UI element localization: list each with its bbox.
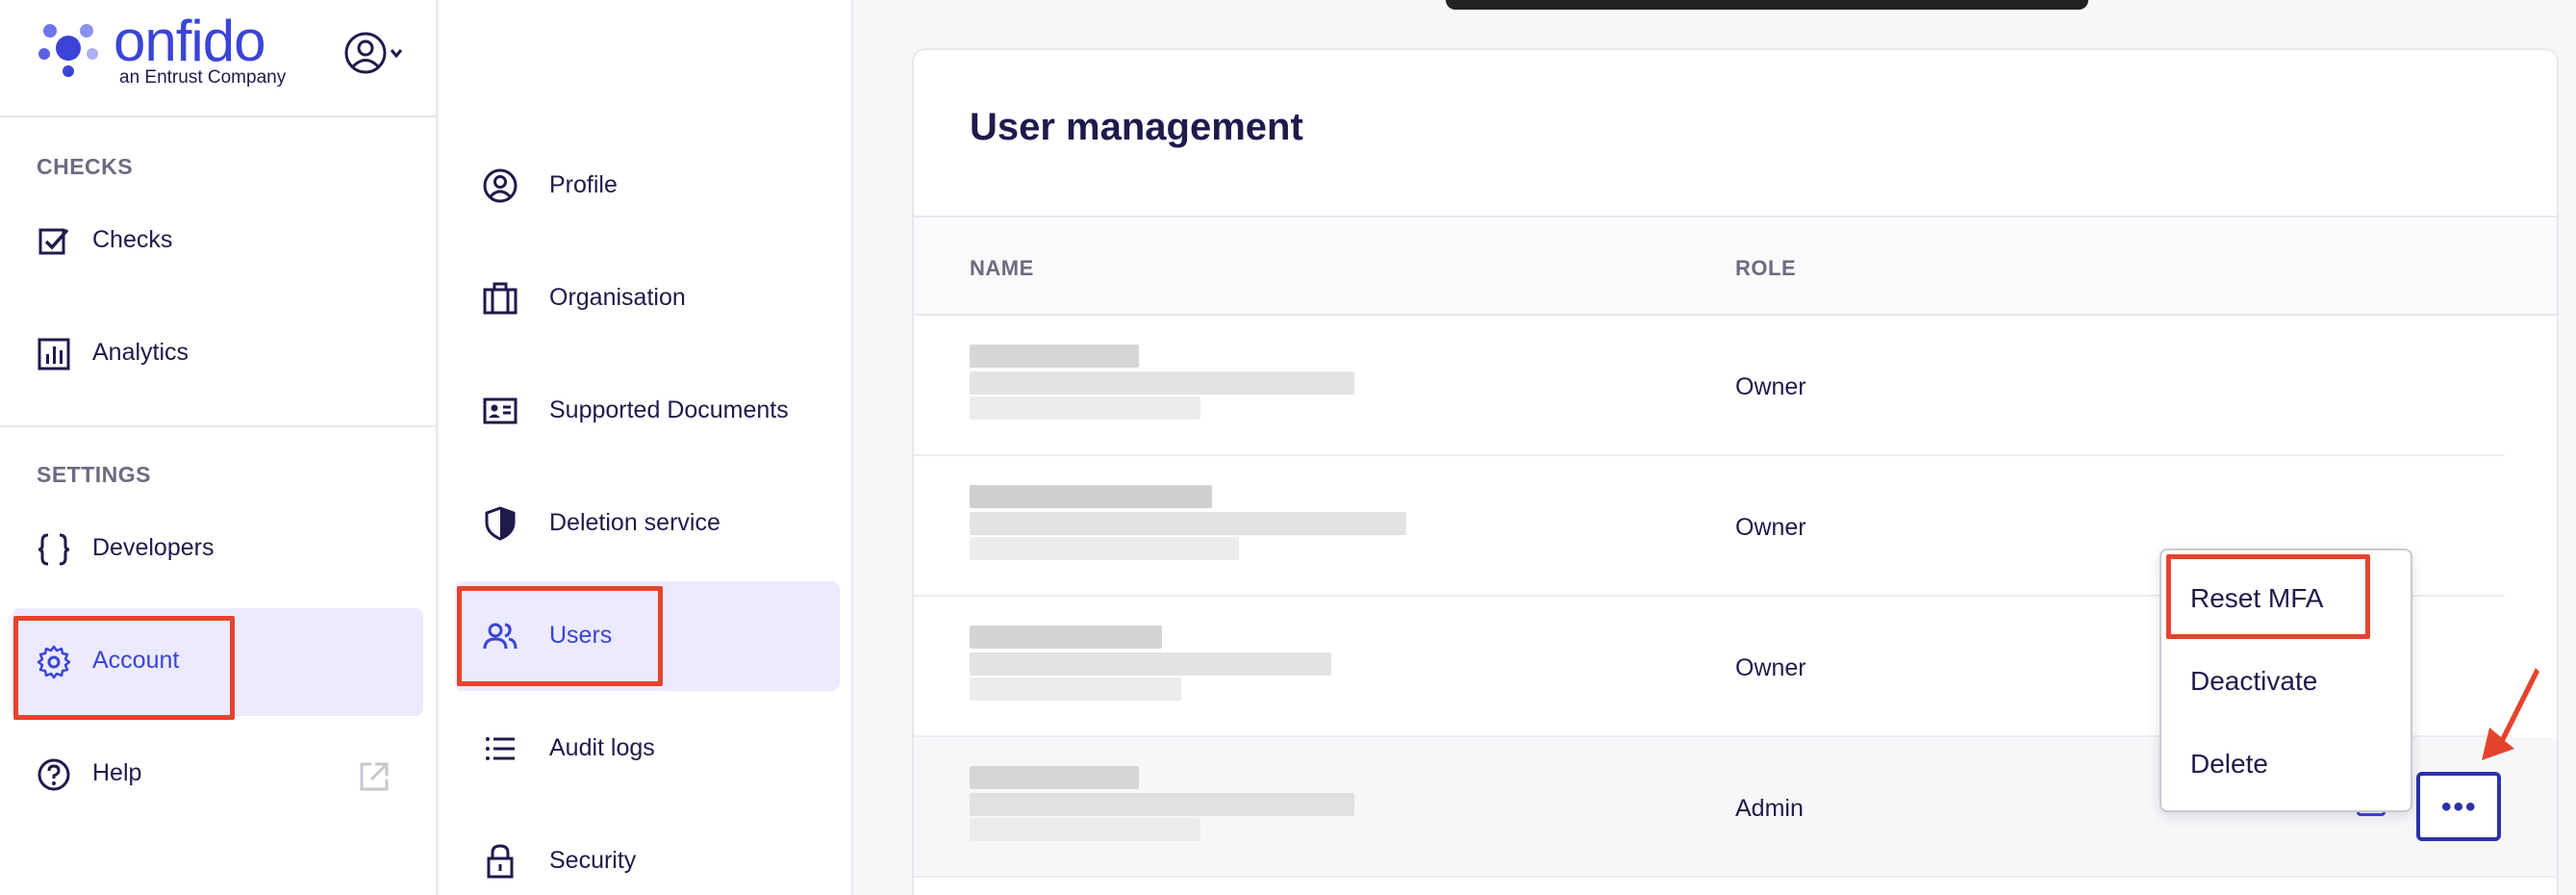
section-title-settings: SETTINGS <box>37 462 152 487</box>
sidebar-item-label: Checks <box>92 226 173 253</box>
highlight-reset-mfa <box>2166 554 2370 639</box>
braces-icon <box>38 533 70 566</box>
external-link-icon[interactable] <box>358 760 391 793</box>
subnav-item-label: Profile <box>549 171 618 198</box>
section-title-checks: CHECKS <box>37 154 134 179</box>
column-header-role: ROLE <box>1735 256 1797 280</box>
help-icon <box>38 758 70 791</box>
sidebar-divider <box>0 425 438 427</box>
user-role: Owner <box>1735 514 1806 541</box>
subnav-item-audit-logs[interactable]: Audit logs <box>455 694 840 804</box>
subnav-item-label: Supported Documents <box>549 396 789 423</box>
user-role: Owner <box>1735 654 1806 681</box>
highlight-account <box>13 616 235 720</box>
onfido-logo-icon[interactable] <box>35 17 102 79</box>
subnav-item-label: Organisation <box>549 284 686 311</box>
more-icon: ••• <box>2441 791 2478 823</box>
subnav-item-supported-documents[interactable]: Supported Documents <box>455 356 840 466</box>
checkbox-icon <box>38 228 69 255</box>
subnav-item-profile[interactable]: Profile <box>455 131 840 241</box>
sidebar-item-label: Help <box>92 759 142 786</box>
redacted-user-name <box>970 622 1547 722</box>
sidebar-item-checks[interactable]: Checks <box>12 188 423 295</box>
sidebar-item-analytics[interactable]: Analytics <box>12 300 423 408</box>
menu-item-delete[interactable]: Delete <box>2190 749 2268 780</box>
logo-wordmark: onfido <box>114 9 265 73</box>
top-toast-bar <box>1446 0 2088 10</box>
subnav-item-label: Deletion service <box>549 509 720 536</box>
subnav-item-organisation[interactable]: Organisation <box>455 243 840 353</box>
user-circle-icon <box>483 168 518 203</box>
row-actions-button[interactable]: ••• <box>2416 772 2501 841</box>
shield-icon <box>485 506 516 541</box>
briefcase-icon <box>483 282 518 315</box>
user-menu-icon[interactable] <box>339 29 406 77</box>
redacted-user-name <box>970 762 1547 862</box>
user-role: Admin <box>1735 795 1804 822</box>
sidebar-item-developers[interactable]: Developers <box>12 496 423 603</box>
account-subnav: Profile Organisation Supported Documents… <box>440 0 853 895</box>
user-role: Owner <box>1735 373 1806 400</box>
logo-tagline: an Entrust Company <box>119 67 287 88</box>
page-title: User management <box>970 106 1303 148</box>
sidebar-item-label: Developers <box>92 534 215 561</box>
highlight-users <box>457 586 663 686</box>
list-icon <box>486 737 515 760</box>
subnav-item-security[interactable]: Security <box>455 806 840 895</box>
menu-item-deactivate[interactable]: Deactivate <box>2190 666 2317 697</box>
subnav-item-deletion-service[interactable]: Deletion service <box>455 469 840 578</box>
id-card-icon <box>483 397 518 424</box>
redacted-user-name <box>970 341 1547 441</box>
column-header-name: NAME <box>970 256 1034 280</box>
sidebar-item-label: Analytics <box>92 339 189 366</box>
bar-chart-icon <box>38 338 70 371</box>
annotation-arrow-icon <box>2482 668 2539 760</box>
lock-icon <box>487 844 514 879</box>
subnav-item-label: Audit logs <box>549 734 655 761</box>
table-row[interactable]: Owner <box>914 316 2505 456</box>
table-header: NAME ROLE <box>914 216 2557 316</box>
redacted-user-name <box>970 481 1547 581</box>
logo-area: onfido an Entrust Company <box>0 0 438 117</box>
primary-sidebar: onfido an Entrust Company CHECKS Checks … <box>0 0 438 895</box>
subnav-item-label: Security <box>549 847 637 874</box>
